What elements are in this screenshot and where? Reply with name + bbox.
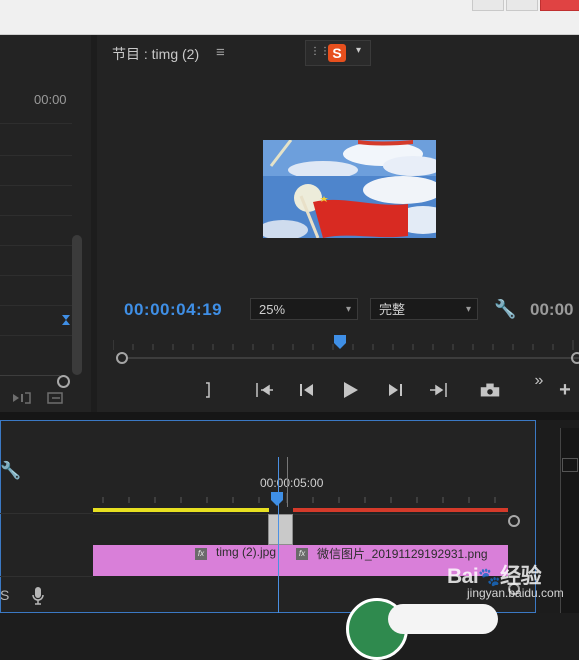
video-track-v2[interactable] xyxy=(93,514,508,545)
source-scrollbar[interactable] xyxy=(72,235,82,375)
zoom-value: 25% xyxy=(259,302,286,317)
export-frame-icon[interactable] xyxy=(478,381,502,399)
divider xyxy=(0,123,72,124)
playback-resolution-dropdown[interactable]: 完整 ▾ xyxy=(370,298,478,320)
divider xyxy=(0,155,72,156)
track-label: S xyxy=(0,587,10,603)
maximize-button[interactable] xyxy=(506,0,538,11)
sogou-logo-icon[interactable]: S xyxy=(328,44,346,62)
timeline-settings-wrench-icon[interactable]: 🔧 xyxy=(0,461,21,481)
timeline-zoom-handle[interactable] xyxy=(508,515,520,527)
panel-divider[interactable] xyxy=(0,412,579,420)
divider xyxy=(0,185,72,186)
insert-icon[interactable] xyxy=(12,390,32,406)
baidu-watermark: Bai🐾经验 jingyan.baidu.com xyxy=(447,560,579,613)
step-forward-icon[interactable] xyxy=(383,381,407,399)
program-preview-image xyxy=(263,140,436,238)
play-icon[interactable] xyxy=(338,380,362,400)
render-bar-red xyxy=(293,508,508,512)
grip-icon[interactable]: ⋮⋮ xyxy=(310,46,330,57)
source-panel: 00:00 xyxy=(0,35,91,412)
track-header-divider xyxy=(0,576,93,577)
chevron-down-icon[interactable]: ▾ xyxy=(356,45,361,56)
go-to-in-icon[interactable] xyxy=(253,381,277,399)
fx-badge-icon[interactable]: fx xyxy=(195,548,207,560)
step-back-icon[interactable] xyxy=(295,381,319,399)
source-scrub-line xyxy=(0,375,60,376)
timeline-ruler-ticks[interactable] xyxy=(93,493,508,503)
divider xyxy=(0,245,72,246)
ime-toolbar[interactable]: ⋮⋮ S ▾ xyxy=(305,40,371,66)
divider xyxy=(0,275,72,276)
clip-name[interactable]: timg (2).jpg xyxy=(216,545,276,559)
program-playhead-icon[interactable] xyxy=(334,335,346,349)
divider xyxy=(0,215,72,216)
chevron-down-icon: ▾ xyxy=(345,304,351,315)
transition-clip[interactable] xyxy=(268,514,293,545)
divider xyxy=(0,305,72,306)
scrub-start-handle[interactable] xyxy=(116,352,128,364)
chevron-down-icon: ▾ xyxy=(465,304,471,315)
window-titlebar xyxy=(0,0,579,35)
go-to-out-icon[interactable] xyxy=(426,381,450,399)
source-timecode: 00:00 xyxy=(34,92,67,107)
watermark-url: jingyan.baidu.com xyxy=(467,586,564,600)
playhead-timecode[interactable]: 00:00:04:19 xyxy=(124,300,222,320)
source-scrub-end[interactable] xyxy=(57,375,70,388)
microphone-icon[interactable] xyxy=(31,586,45,606)
timeline-playhead-icon[interactable] xyxy=(271,492,283,506)
timeline-playhead-line xyxy=(278,457,279,613)
add-icon[interactable]: + xyxy=(553,379,577,402)
mark-in-icon[interactable] xyxy=(196,381,220,399)
timeline-ruler-timecode: 00:00:05:00 xyxy=(260,476,324,490)
program-scrub-bar[interactable] xyxy=(126,357,579,359)
program-title[interactable]: 节目 : timg (2) xyxy=(112,44,199,64)
track-header-divider xyxy=(0,513,93,514)
meter-header-box xyxy=(562,458,578,472)
overwrite-icon[interactable] xyxy=(46,390,66,406)
close-button[interactable] xyxy=(540,0,579,11)
hamburger-icon[interactable]: ≡ xyxy=(216,44,225,61)
duration-timecode: 00:00 xyxy=(530,300,574,319)
divider xyxy=(0,335,72,336)
resolution-value: 完整 xyxy=(379,302,406,317)
scrub-end-handle[interactable] xyxy=(571,352,579,364)
out-point-marker-icon[interactable] xyxy=(62,315,70,325)
minimize-button[interactable] xyxy=(472,0,504,11)
settings-wrench-icon[interactable]: 🔧 xyxy=(494,299,516,320)
program-time-ruler[interactable] xyxy=(113,336,579,350)
zoom-dropdown[interactable]: 25% ▾ xyxy=(250,298,358,320)
fx-badge-icon[interactable]: fx xyxy=(296,548,308,560)
ruler-marker-line xyxy=(287,457,288,507)
render-bar-yellow xyxy=(93,508,269,512)
more-icon[interactable]: » xyxy=(527,372,551,390)
